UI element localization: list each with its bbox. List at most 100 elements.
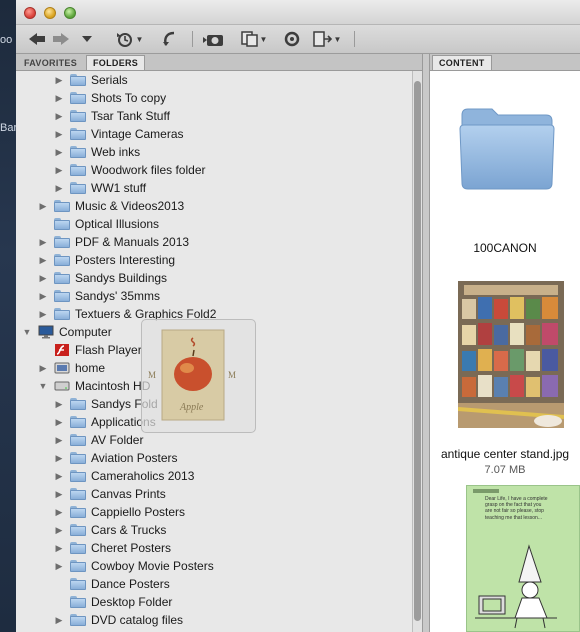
refine-pages-icon[interactable]: ▼ [238,29,270,49]
disclosure-triangle-icon[interactable]: ▶ [54,615,64,625]
disclosure-triangle-icon[interactable]: ▶ [54,453,64,463]
tree-row-label: DVD catalog files [91,613,184,627]
tree-row[interactable]: ▶ Cars & Trucks [54,521,167,539]
tree-row[interactable]: ▶ WW1 stuff [54,179,147,197]
tree-row[interactable]: ▶ Cheret Posters [54,539,172,557]
tree-row-label: Sandys Buildings [75,271,168,285]
disclosure-triangle-icon[interactable]: ▶ [54,183,64,193]
disclosure-triangle-icon[interactable]: ▶ [54,111,64,121]
tree-row-label: Tsar Tank Stuff [91,109,170,123]
tree-row-label: Cappiello Posters [91,505,186,519]
tree-row[interactable]: ▶ Serials [54,71,128,89]
tree-row[interactable]: ▶ Shots To copy [54,89,167,107]
disclosure-triangle-icon[interactable]: ▶ [54,399,64,409]
disclosure-triangle-icon[interactable]: ▶ [38,201,48,211]
tree-row[interactable]: ▶ Canvas Prints [54,485,166,503]
scrollbar-thumb[interactable] [414,81,421,621]
tab-favorites[interactable]: FAVORITES [18,55,83,70]
disclosure-triangle-icon[interactable]: ▶ [38,237,48,247]
tree-row[interactable]: Dance Posters [54,575,170,593]
tree-row[interactable]: ▶ Aviation Posters [54,449,178,467]
tree-row-label: Aviation Posters [91,451,178,465]
disclosure-triangle-icon[interactable]: ▶ [54,75,64,85]
disclosure-triangle-icon[interactable]: ▶ [54,507,64,517]
title-bar[interactable] [16,0,580,25]
folder-icon [70,398,86,410]
disclosure-triangle-icon[interactable]: ▶ [54,489,64,499]
home-drive-icon [54,362,70,374]
tree-row[interactable]: Flash Player [38,341,142,359]
rotate-icon[interactable] [282,29,302,49]
desktop-label-fragment: oo [0,34,13,46]
disclosure-triangle-icon[interactable]: ▶ [54,417,64,427]
disclosure-triangle-icon[interactable]: ▶ [54,471,64,481]
disclosure-triangle-icon[interactable]: ▼ [22,327,32,337]
chevron-down-icon[interactable] [80,29,94,49]
folder-icon [70,164,86,176]
tree-row[interactable]: ▶ Cappiello Posters [54,503,186,521]
folder-icon [70,74,86,86]
disclosure-triangle-icon[interactable]: ▶ [38,255,48,265]
disclosure-triangle-icon[interactable]: ▶ [54,543,64,553]
disclosure-triangle-icon[interactable]: ▼ [38,381,48,391]
tree-row[interactable]: ▶ Tsar Tank Stuff [54,107,170,125]
tree-row-label: Flash Player [75,343,142,357]
forward-arrow-icon[interactable] [52,29,70,49]
return-boomerang-icon[interactable] [158,29,180,49]
folder-icon [70,524,86,536]
tree-row[interactable]: ▶ AV Folder [54,431,144,449]
tab-folders[interactable]: FOLDERS [86,55,146,70]
drag-preview-letter: M [228,370,236,380]
tree-row[interactable]: ▼ Macintosh HD [38,377,151,395]
disclosure-triangle-icon[interactable]: ▶ [54,93,64,103]
tree-row[interactable]: ▶ Sandys Buildings [38,269,168,287]
folder-icon [70,560,86,572]
tree-row[interactable]: ▶ Cowboy Movie Posters [54,557,214,575]
folder-icon [54,254,70,266]
tree-row[interactable]: Desktop Folder [54,593,172,611]
thumbnail-antique-center-stand[interactable] [458,281,564,428]
tree-row[interactable]: ▶ Music & Videos2013 [38,197,185,215]
left-panel-tabs: FAVORITES FOLDERS [16,54,422,71]
disclosure-triangle-icon[interactable]: ▶ [54,435,64,445]
thumbnail-folder-100canon[interactable] [458,101,556,196]
tree-row[interactable]: ▶ Cameraholics 2013 [54,467,195,485]
folder-icon [54,290,70,302]
folder-icon [70,614,86,626]
tab-content[interactable]: CONTENT [432,55,492,70]
tree-row-label: Shots To copy [91,91,167,105]
close-window-button[interactable] [24,7,36,19]
panel-divider[interactable] [422,54,430,632]
tree-row[interactable]: ▶ Vintage Cameras [54,125,184,143]
flash-player-icon [55,344,69,356]
tree-row[interactable]: Optical Illusions [38,215,159,233]
camera-import-icon[interactable] [202,29,226,49]
minimize-window-button[interactable] [44,7,56,19]
disclosure-triangle-icon[interactable]: ▶ [54,525,64,535]
disclosure-triangle-icon[interactable]: ▶ [54,561,64,571]
recent-history-icon[interactable]: ▼ [114,29,144,49]
tree-row[interactable]: ▶ Sandys' 35mms [38,287,160,305]
tree-row[interactable]: ▶ home [38,359,106,377]
tree-row[interactable]: ▶ Posters Interesting [38,251,176,269]
disclosure-triangle-icon[interactable]: ▶ [54,129,64,139]
disclosure-triangle-icon[interactable]: ▶ [38,291,48,301]
tree-row[interactable]: ▶ Web inks [54,143,141,161]
back-arrow-icon[interactable] [28,29,46,49]
tree-row[interactable]: ▶ Woodwork files folder [54,161,206,179]
disclosure-triangle-icon[interactable]: ▶ [54,165,64,175]
tree-row[interactable]: ▶ PDF & Manuals 2013 [38,233,190,251]
zoom-window-button[interactable] [64,7,76,19]
tree-row[interactable]: ▼ Computer [22,323,112,341]
tree-row[interactable]: ▶ DVD catalog files [54,611,184,629]
disclosure-triangle-icon[interactable]: ▶ [38,273,48,283]
tree-row-label: Cameraholics 2013 [91,469,195,483]
open-with-icon[interactable]: ▼ [310,29,344,49]
desktop-background [0,0,16,632]
content-panel-tabs: CONTENT [430,54,580,71]
thumbnail-cartoon[interactable]: Dear Life, I have a complete grasp on th… [466,485,580,632]
disclosure-triangle-icon[interactable]: ▶ [38,309,48,319]
disclosure-triangle-icon[interactable]: ▶ [38,363,48,373]
disclosure-triangle-icon[interactable]: ▶ [54,147,64,157]
